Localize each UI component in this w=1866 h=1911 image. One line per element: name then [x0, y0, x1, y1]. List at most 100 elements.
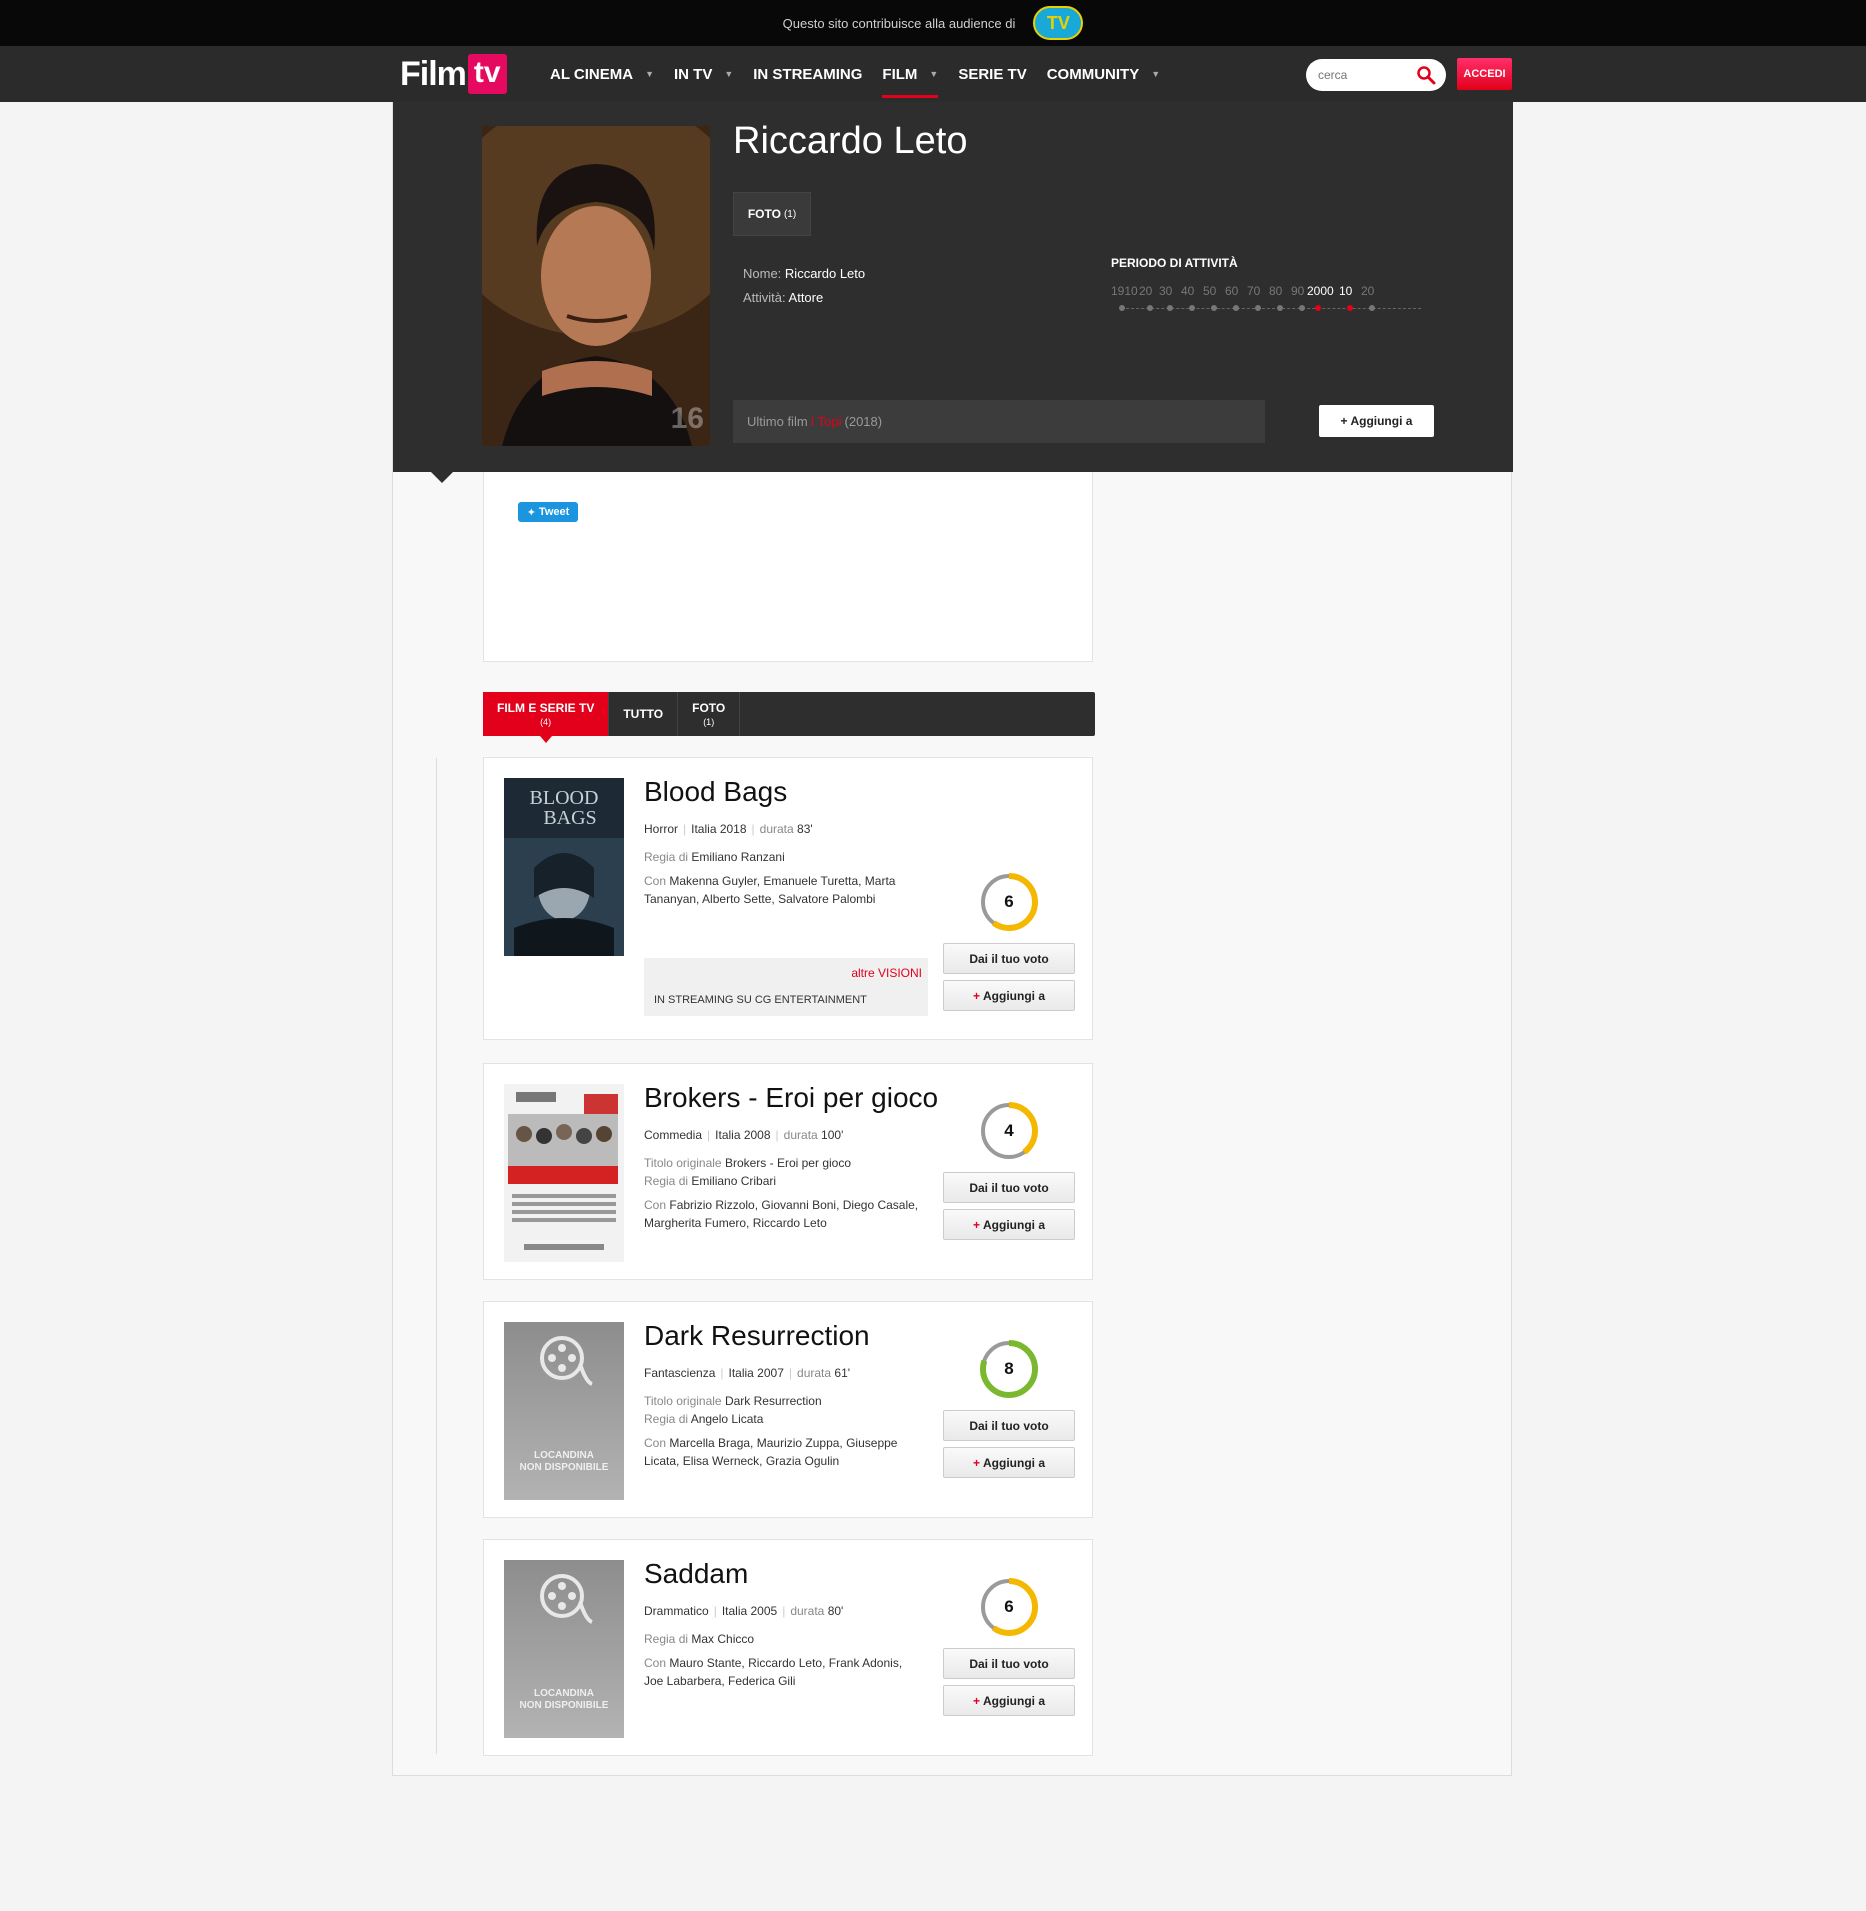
poster-image	[504, 1084, 624, 1262]
poster-unavailable-label: LOCANDINA NON DISPONIBILE	[504, 1450, 624, 1474]
timeline-dot	[1119, 305, 1125, 311]
main-content: 16 Riccardo Leto FOTO (1) Nome: Riccardo…	[392, 102, 1513, 1776]
person-header: 16 Riccardo Leto FOTO (1) Nome: Riccardo…	[393, 102, 1513, 472]
separator: |	[751, 822, 755, 836]
chevron-down-icon: ▼	[1151, 69, 1161, 79]
film-poster[interactable]: LOCANDINA NON DISPONIBILE	[504, 1322, 624, 1500]
film-reel-icon	[540, 1574, 593, 1624]
nav-item-al-cinema[interactable]: AL CINEMA ▼	[540, 46, 664, 102]
separator: |	[775, 1128, 779, 1142]
person-portrait[interactable]: 16	[482, 126, 710, 446]
chevron-down-icon: ▼	[929, 69, 939, 79]
film-poster[interactable]: LOCANDINA NON DISPONIBILE	[504, 1560, 624, 1738]
nav-item-community[interactable]: COMMUNITY ▼	[1037, 46, 1170, 102]
film-score[interactable]: 6	[978, 1576, 1040, 1638]
score-value: 8	[1004, 1359, 1014, 1378]
film-director: Regia di Max Chicco	[644, 1630, 924, 1648]
tab-film-e-serie-tv[interactable]: FILM E SERIE TV (4)	[483, 692, 610, 743]
cast-label: Con	[644, 1436, 667, 1450]
add-to-list-button[interactable]: + Aggiungi a	[943, 1209, 1075, 1240]
director-name[interactable]: Emiliano Ranzani	[691, 850, 784, 864]
film-poster[interactable]: BLOOD BAGS	[504, 778, 624, 956]
director-name[interactable]: Max Chicco	[691, 1632, 754, 1646]
streaming-provider[interactable]: IN STREAMING SU CG ENTERTAINMENT	[654, 994, 867, 1006]
search-box[interactable]	[1306, 59, 1446, 91]
nav-item-in-tv[interactable]: IN TV ▼	[664, 46, 743, 102]
plus-icon: +	[972, 1455, 980, 1470]
cast-names[interactable]: Fabrizio Rizzolo, Giovanni Boni, Diego C…	[644, 1198, 918, 1230]
original-title-value: Brokers - Eroi per gioco	[724, 1156, 851, 1170]
score-value: 4	[1004, 1121, 1014, 1140]
vote-button[interactable]: Dai il tuo voto	[943, 1648, 1075, 1679]
cast-label: Con	[644, 1656, 667, 1670]
film-score[interactable]: 6	[978, 871, 1040, 933]
poster-image: BLOODBAGS	[504, 778, 624, 956]
altre-visioni-link[interactable]: altre VISIONI	[851, 966, 922, 980]
last-film-link[interactable]: I Topi	[811, 414, 842, 429]
film-poster[interactable]	[504, 1084, 624, 1262]
cast-names[interactable]: Marcella Braga, Maurizio Zuppa, Giuseppe…	[644, 1436, 897, 1468]
timeline-decade: 30	[1159, 284, 1173, 298]
filmography-tabs: FILM E SERIE TV (4) TUTTO FOTO (1)	[483, 692, 1095, 743]
tab-foto[interactable]: FOTO (1)	[678, 692, 741, 736]
vote-button[interactable]: Dai il tuo voto	[943, 1410, 1075, 1441]
film-title[interactable]: Brokers - Eroi per gioco	[644, 1082, 938, 1114]
vote-button[interactable]: Dai il tuo voto	[943, 943, 1075, 974]
cast-label: Con	[644, 1198, 667, 1212]
add-label: Aggiungi a	[983, 1217, 1045, 1232]
film-score[interactable]: 8	[978, 1338, 1040, 1400]
login-button[interactable]: ACCEDI	[1457, 58, 1512, 90]
search-input[interactable]	[1318, 68, 1414, 82]
timeline-decade: 40	[1181, 284, 1195, 298]
photo-tab[interactable]: FOTO (1)	[733, 192, 811, 236]
separator: |	[683, 822, 687, 836]
original-title-label: Titolo originale	[644, 1394, 722, 1408]
film-title[interactable]: Dark Resurrection	[644, 1320, 870, 1352]
separator: |	[713, 1604, 717, 1618]
film-duration-label: durata	[790, 1604, 825, 1618]
nav-item-film[interactable]: FILM ▼	[872, 46, 948, 102]
film-cast: Con Mauro Stante, Riccardo Leto, Frank A…	[644, 1654, 924, 1690]
film-country-year: Italia 2008	[715, 1128, 771, 1142]
film-score[interactable]: 4	[978, 1100, 1040, 1162]
nav-item-serie-tv[interactable]: SERIE TV	[948, 46, 1036, 102]
navbar: Film tv AL CINEMA ▼ IN TV ▼ IN STREAMING FILM…	[0, 46, 1866, 102]
svg-text:BLOOD: BLOOD	[530, 787, 599, 809]
tweet-button[interactable]: ✦ Tweet	[518, 502, 578, 522]
add-to-list-button[interactable]: + Aggiungi a	[943, 1447, 1075, 1478]
activity-period-title: PERIODO DI ATTIVITÀ	[1111, 256, 1238, 270]
logo-tv: tv	[467, 54, 507, 94]
timeline-dot	[1211, 305, 1217, 311]
filmtv-logo[interactable]: Film tv	[400, 52, 507, 96]
film-title[interactable]: Blood Bags	[644, 776, 787, 808]
cast-names[interactable]: Makenna Guyler, Emanuele Turetta, Marta …	[644, 874, 895, 906]
tweet-label: Tweet	[538, 506, 570, 518]
original-title-label: Titolo originale	[644, 1156, 722, 1170]
director-name[interactable]: Angelo Licata	[691, 1412, 764, 1426]
search-icon[interactable]	[1416, 65, 1436, 85]
film-card: BLOOD BAGS Blood Bags Horror | Italia 2018 | du…	[483, 757, 1093, 1040]
director-label: Regia di	[644, 1412, 689, 1426]
film-director: Regia di Angelo Licata	[644, 1410, 924, 1428]
film-meta: Fantascienza | Italia 2007 | durata 61'	[644, 1366, 850, 1380]
add-to-list-button[interactable]: + Aggiungi a	[943, 980, 1075, 1011]
last-film-label: Ultimo film	[747, 414, 808, 429]
poster-unavailable-label: LOCANDINA NON DISPONIBILE	[504, 1688, 624, 1712]
timeline-dot	[1277, 305, 1283, 311]
timeline-dot	[1369, 305, 1375, 311]
tab-tutto[interactable]: TUTTO	[609, 692, 679, 736]
cast-names[interactable]: Mauro Stante, Riccardo Leto, Frank Adoni…	[644, 1656, 902, 1688]
tab-count: (1)	[703, 717, 715, 727]
director-name[interactable]: Emiliano Cribari	[691, 1174, 776, 1188]
add-to-list-button[interactable]: + Aggiungi a	[943, 1685, 1075, 1716]
tv-sorrisi-logo[interactable]: TV	[1033, 6, 1084, 40]
nav-item-label: IN TV	[673, 65, 713, 83]
add-label: Aggiungi a	[983, 1455, 1045, 1470]
nav-item-label: AL CINEMA	[550, 65, 634, 83]
film-title[interactable]: Saddam	[644, 1558, 748, 1590]
social-box: ✦ Tweet	[483, 472, 1093, 662]
nav-item-in-streaming[interactable]: IN STREAMING	[743, 46, 872, 102]
film-original-title: Titolo originale Dark Resurrection	[644, 1392, 924, 1410]
add-to-list-button[interactable]: + Aggiungi a	[1319, 405, 1434, 437]
vote-button[interactable]: Dai il tuo voto	[943, 1172, 1075, 1203]
